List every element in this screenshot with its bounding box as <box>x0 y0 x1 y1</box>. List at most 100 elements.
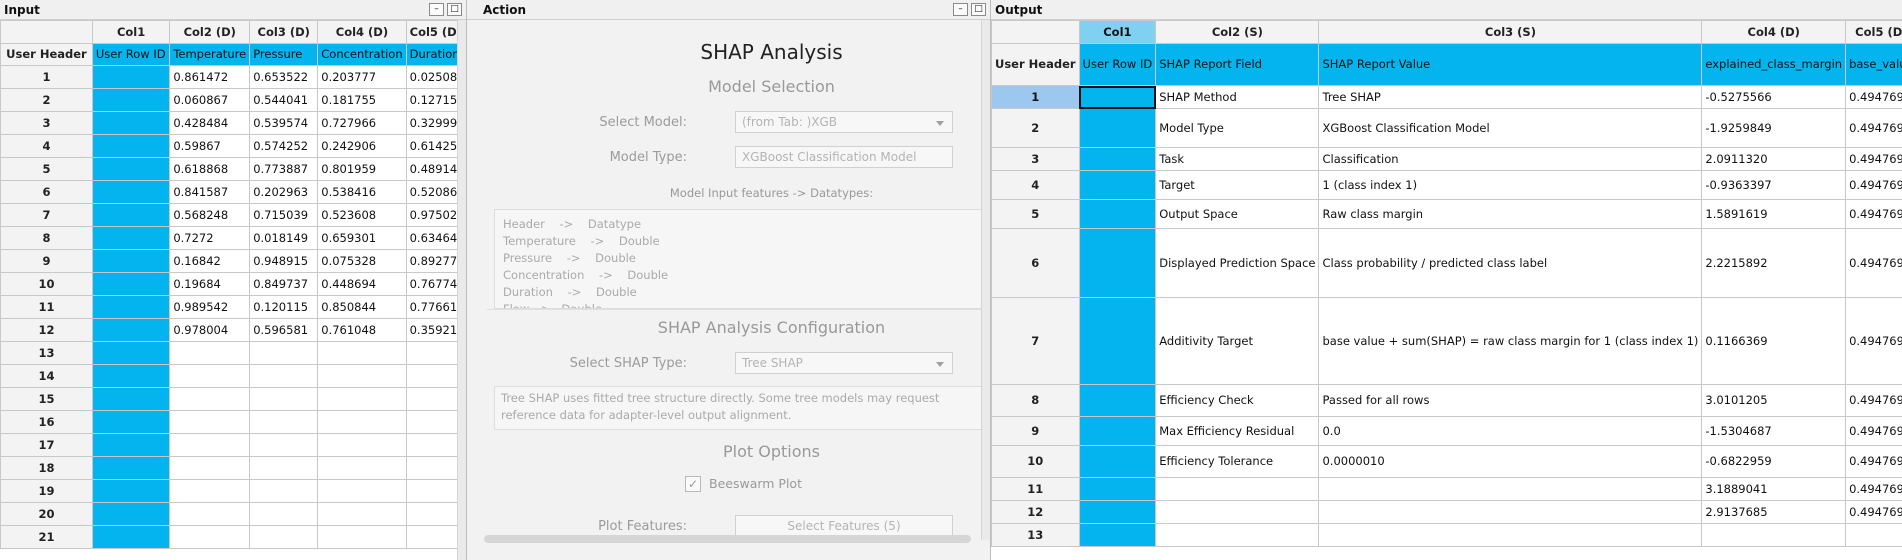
user-row-id-cell[interactable] <box>1078 147 1157 171</box>
user-row-id-cell[interactable] <box>91 410 171 434</box>
data-cell[interactable]: 0.568248 <box>169 203 251 227</box>
data-cell[interactable]: XGBoost Classification Model <box>1318 108 1703 148</box>
select-shap-type-dropdown[interactable]: Tree SHAP <box>735 352 953 374</box>
data-cell[interactable]: 0.539574 <box>249 111 319 135</box>
data-cell[interactable]: 0.1166369 <box>1701 297 1847 385</box>
data-cell[interactable]: 0.861472 <box>169 65 251 89</box>
data-cell[interactable]: Efficiency Check <box>1155 384 1320 417</box>
row-header[interactable]: 2 <box>991 108 1080 148</box>
row-header[interactable]: 7 <box>0 203 93 227</box>
data-cell[interactable]: 0.0 <box>1318 416 1703 446</box>
data-cell[interactable]: 0.653522 <box>249 65 319 89</box>
row-header[interactable]: 5 <box>0 157 93 181</box>
user-row-id-cell[interactable] <box>91 502 171 526</box>
row-header[interactable]: 6 <box>991 228 1080 298</box>
data-cell[interactable]: 0.59867 <box>169 134 251 158</box>
data-cell[interactable] <box>249 364 319 388</box>
data-cell[interactable] <box>169 479 251 503</box>
user-row-id-cell[interactable] <box>91 433 171 457</box>
data-cell[interactable] <box>317 364 407 388</box>
data-cell[interactable] <box>169 456 251 480</box>
data-cell[interactable]: Tree SHAP <box>1318 85 1703 109</box>
data-cell[interactable]: Model Type <box>1155 108 1320 148</box>
data-cell[interactable] <box>169 341 251 365</box>
row-header[interactable]: 3 <box>0 111 93 135</box>
data-cell[interactable]: 0.203777 <box>317 65 407 89</box>
data-cell[interactable]: 0.242906 <box>317 134 407 158</box>
data-cell[interactable]: Passed for all rows <box>1318 384 1703 417</box>
row-header[interactable]: 11 <box>0 295 93 319</box>
data-cell[interactable] <box>249 502 319 526</box>
row-header[interactable]: 8 <box>0 226 93 250</box>
data-cell[interactable]: 1 (class index 1) <box>1318 170 1703 200</box>
data-cell[interactable]: 0.659301 <box>317 226 407 250</box>
user-row-id-cell[interactable] <box>91 180 171 204</box>
data-cell[interactable]: Classification <box>1318 147 1703 171</box>
data-cell[interactable]: 0.574252 <box>249 134 319 158</box>
input-grid[interactable]: Col1 Col2 (D) Col3 (D) Col4 (D) Col5 (D) User… <box>0 20 466 549</box>
user-row-id-cell[interactable] <box>91 134 171 158</box>
row-header[interactable]: 5 <box>991 199 1080 229</box>
data-cell[interactable] <box>1155 500 1320 524</box>
user-row-id-cell[interactable] <box>91 157 171 181</box>
data-cell[interactable]: 0.4947691 <box>1845 384 1902 417</box>
data-cell[interactable]: 0.523608 <box>317 203 407 227</box>
data-cell[interactable]: 0.0000010 <box>1318 445 1703 478</box>
user-header-cell[interactable]: base_value <box>1845 43 1902 86</box>
user-row-id-cell[interactable] <box>91 364 171 388</box>
data-cell[interactable]: -0.6822959 <box>1701 445 1847 478</box>
data-cell[interactable]: 0.4947691 <box>1845 147 1902 171</box>
user-row-id-cell[interactable] <box>91 88 171 112</box>
user-row-id-cell[interactable] <box>91 387 171 411</box>
user-row-id-cell[interactable] <box>91 479 171 503</box>
data-cell[interactable]: Max Efficiency Residual <box>1155 416 1320 446</box>
row-header[interactable]: 10 <box>0 272 93 296</box>
row-header[interactable]: 10 <box>991 445 1080 478</box>
user-row-id-cell[interactable] <box>91 249 171 273</box>
data-cell[interactable]: 0.428484 <box>169 111 251 135</box>
data-cell[interactable]: 1.5891619 <box>1701 199 1847 229</box>
user-header-cell[interactable]: User Row ID <box>91 43 171 66</box>
user-row-id-cell[interactable] <box>1078 500 1157 524</box>
data-cell[interactable]: 0.761048 <box>317 318 407 342</box>
data-cell[interactable]: 3.0101205 <box>1701 384 1847 417</box>
data-cell[interactable]: 0.4947691 <box>1845 170 1902 200</box>
user-row-id-cell[interactable] <box>91 65 171 89</box>
data-cell[interactable]: Efficiency Tolerance <box>1155 445 1320 478</box>
data-cell[interactable]: 0.4947691 <box>1845 85 1902 109</box>
data-cell[interactable]: 0.850844 <box>317 295 407 319</box>
user-row-id-cell[interactable] <box>91 456 171 480</box>
data-cell[interactable] <box>1318 477 1703 501</box>
row-header[interactable]: 12 <box>991 500 1080 524</box>
data-cell[interactable] <box>1318 523 1703 547</box>
user-row-id-cell[interactable] <box>1078 297 1157 385</box>
row-header[interactable]: 13 <box>991 523 1080 547</box>
user-row-id-cell[interactable] <box>91 295 171 319</box>
data-cell[interactable]: Additivity Target <box>1155 297 1320 385</box>
user-row-id-cell[interactable] <box>91 318 171 342</box>
select-model-dropdown[interactable]: (from Tab: )XGB <box>735 111 953 133</box>
user-row-id-cell[interactable] <box>91 272 171 296</box>
data-cell[interactable]: 0.4947691 <box>1845 108 1902 148</box>
row-header[interactable]: 2 <box>0 88 93 112</box>
row-header[interactable]: 21 <box>0 525 93 549</box>
data-cell[interactable]: -1.5304687 <box>1701 416 1847 446</box>
row-header[interactable]: 9 <box>0 249 93 273</box>
row-header[interactable]: 9 <box>991 416 1080 446</box>
row-header[interactable]: 4 <box>991 170 1080 200</box>
data-cell[interactable] <box>1155 523 1320 547</box>
column-header[interactable]: Col5 (D) <box>1845 20 1902 44</box>
user-row-id-cell[interactable] <box>91 203 171 227</box>
data-cell[interactable]: 0.181755 <box>317 88 407 112</box>
data-cell[interactable] <box>169 502 251 526</box>
data-cell[interactable]: 0.596581 <box>249 318 319 342</box>
data-cell[interactable]: base value + sum(SHAP) = raw class margi… <box>1318 297 1703 385</box>
user-header-cell[interactable]: explained_class_margin <box>1701 43 1847 86</box>
user-row-id-cell[interactable] <box>1078 85 1157 109</box>
data-cell[interactable]: 0.202963 <box>249 180 319 204</box>
data-cell[interactable] <box>249 341 319 365</box>
data-cell[interactable]: 0.773887 <box>249 157 319 181</box>
user-row-id-cell[interactable] <box>91 525 171 549</box>
data-cell[interactable] <box>249 456 319 480</box>
data-cell[interactable] <box>249 479 319 503</box>
